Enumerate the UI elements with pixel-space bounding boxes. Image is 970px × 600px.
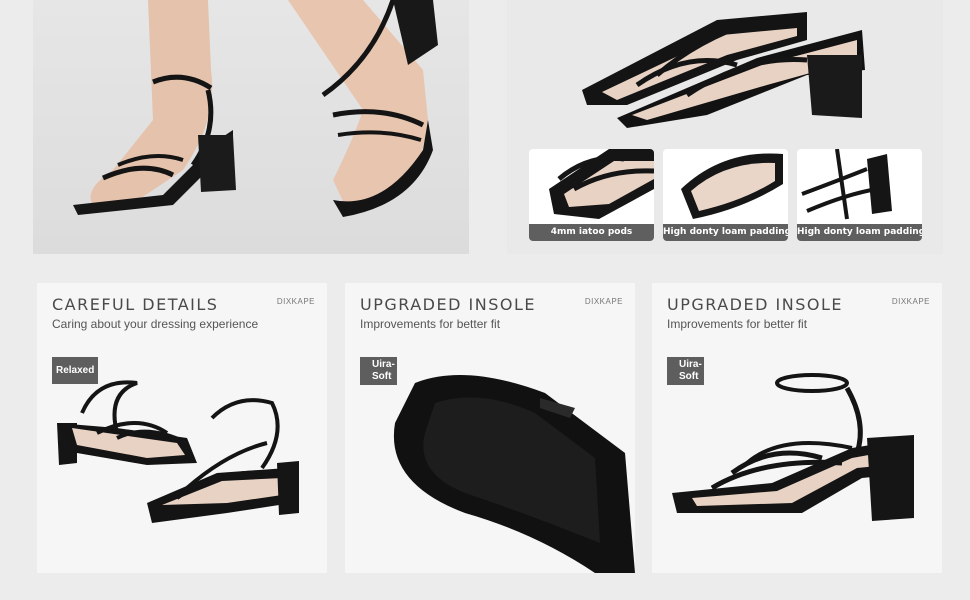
thumb-heel: High donty loam padding [797,149,922,241]
panel-subtitle: Caring about your dressing experience [52,317,259,331]
thumb-caption: 4mm iatoo pods [529,224,654,241]
brand-label: DIXKAPE [891,297,930,306]
panel-title: UPGRADED INSOLE [667,295,843,314]
single-sandal-illustration [672,373,914,521]
product-photo-pair: 4mm iatoo pods High donty loam padding H… [507,0,943,254]
worn-sandals-illustration [73,0,438,217]
product-photo-worn [33,0,469,254]
thumb-toe-strap: 4mm iatoo pods [529,149,654,241]
outsole-illustration [393,375,635,573]
panel-subtitle: Improvements for better fit [360,317,501,331]
insole-padding-detail-icon [681,153,783,219]
heel-detail-icon [801,149,892,220]
feature-panel-careful-details: CAREFUL DETAILS Caring about your dressi… [37,283,327,573]
feature-panel-insole-sole: UPGRADED INSOLE Improvements for better … [345,283,635,573]
brand-label: DIXKAPE [276,297,315,306]
sandals-pair-side-illustration [57,380,299,523]
thumb-caption: High donty loam padding [663,224,788,241]
panel-subtitle: Improvements for better fit [667,317,808,331]
sandals-pair-illustration [582,12,865,128]
feature-panel-insole-single: UPGRADED INSOLE Improvements for better … [652,283,942,573]
thumb-insole: High donty loam padding [663,149,788,241]
panel-title: UPGRADED INSOLE [360,295,536,314]
toe-strap-detail-icon [549,149,654,219]
brand-label: DIXKAPE [584,297,623,306]
thumb-caption: High donty loam padding [797,224,922,241]
panel-title: CAREFUL DETAILS [52,295,219,314]
